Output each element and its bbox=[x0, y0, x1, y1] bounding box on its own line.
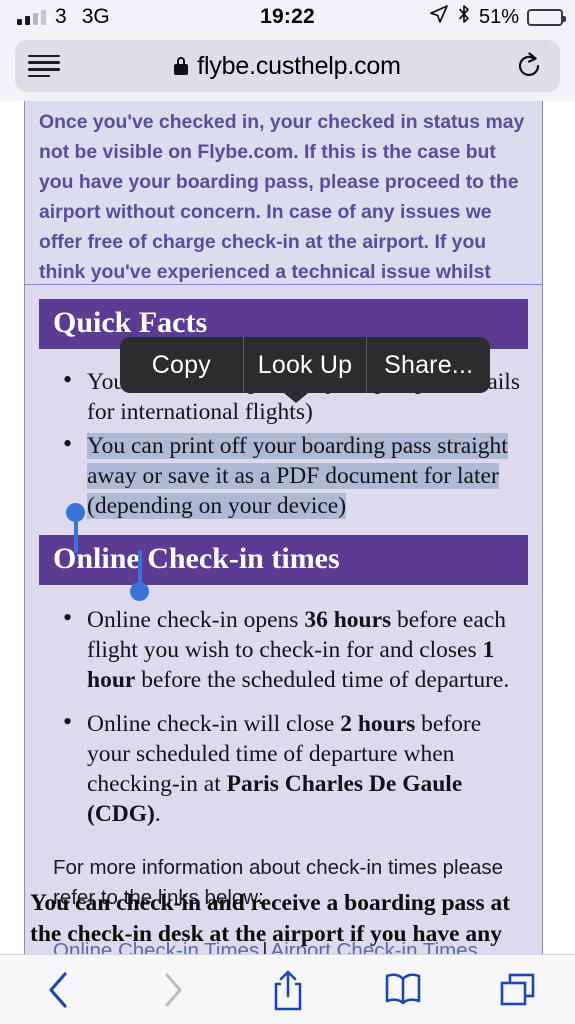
text-selection-callout-menu[interactable]: Copy Look Up Share... bbox=[120, 337, 490, 393]
reader-view-icon[interactable] bbox=[28, 54, 72, 78]
address-bar-content: flybe.custhelp.com bbox=[15, 52, 560, 81]
share-button[interactable]: Share... bbox=[366, 337, 490, 393]
share-toolbar-button[interactable] bbox=[230, 955, 345, 1024]
text-run: . bbox=[154, 801, 161, 827]
checkin-times-list: Online check-in opens 36 hours before ea… bbox=[39, 603, 528, 829]
back-button[interactable] bbox=[0, 955, 115, 1024]
tabs-button[interactable] bbox=[460, 955, 575, 1024]
text-run: Online check-in will close bbox=[87, 711, 341, 737]
status-bar: 3 3G 19:22 51% bbox=[0, 0, 575, 34]
forward-icon bbox=[160, 970, 186, 1010]
selected-text[interactable]: You can print off your boarding pass str… bbox=[87, 433, 508, 519]
bookmarks-button[interactable] bbox=[345, 955, 460, 1024]
browser-toolbar bbox=[0, 954, 575, 1024]
battery-icon bbox=[527, 8, 566, 26]
tabs-icon bbox=[499, 971, 537, 1009]
list-item: Online check-in opens 36 hours before ea… bbox=[39, 603, 528, 695]
safari-window: 3 3G 19:22 51% flybe.custhelp.com Once y… bbox=[0, 0, 575, 1024]
clock-label: 19:22 bbox=[260, 5, 315, 28]
list-item: You can print off your boarding pass str… bbox=[39, 429, 528, 521]
text-run-bold: 2 hours bbox=[340, 711, 416, 737]
text-run-bold: 36 hours bbox=[304, 607, 392, 633]
text-run: Online check-in opens bbox=[87, 607, 305, 633]
browser-chrome: flybe.custhelp.com bbox=[0, 34, 575, 101]
bookmarks-icon bbox=[383, 972, 423, 1008]
reload-icon[interactable] bbox=[516, 52, 542, 80]
checkin-times-heading: Online Check-in times bbox=[39, 535, 528, 585]
forward-button[interactable] bbox=[115, 955, 230, 1024]
list-item: Online check-in will close 2 hours befor… bbox=[39, 707, 528, 829]
address-bar[interactable]: flybe.custhelp.com bbox=[15, 40, 560, 92]
back-icon bbox=[45, 970, 71, 1010]
page-content: Once you've checked in, your checked in … bbox=[0, 101, 575, 954]
tail-paragraph: You can check-in and receive a boarding … bbox=[30, 890, 511, 954]
lock-icon bbox=[174, 57, 189, 75]
copy-button[interactable]: Copy bbox=[120, 337, 243, 393]
text-run: before the scheduled time of departure. bbox=[135, 667, 510, 693]
share-icon bbox=[271, 968, 305, 1012]
look-up-button[interactable]: Look Up bbox=[242, 337, 367, 393]
url-label: flybe.custhelp.com bbox=[197, 51, 401, 80]
